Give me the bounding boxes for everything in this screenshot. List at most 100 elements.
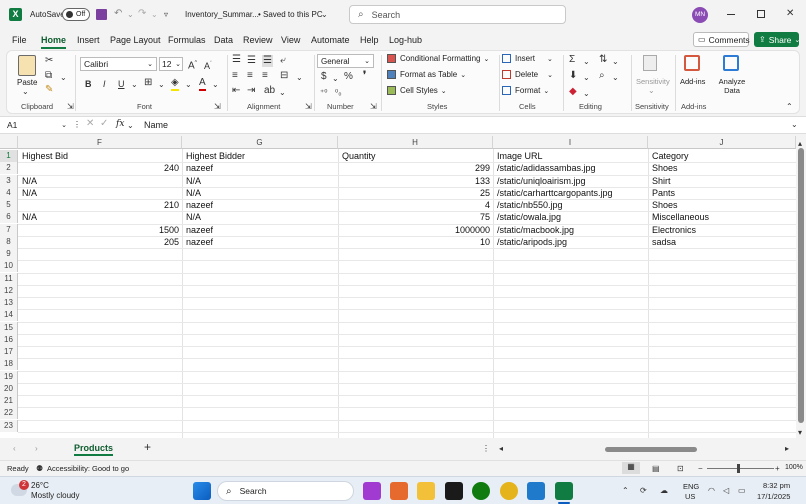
number-launcher-icon[interactable]: ⇲ xyxy=(370,101,377,113)
tab-review[interactable]: Review xyxy=(243,35,273,45)
add-sheet-icon[interactable]: + xyxy=(144,441,151,453)
row-header[interactable]: 21 xyxy=(0,395,18,408)
row-header[interactable]: 13 xyxy=(0,297,18,310)
tab-data[interactable]: Data xyxy=(214,35,233,45)
region-label[interactable]: US xyxy=(685,492,695,501)
page-layout-view-icon[interactable]: ▤ xyxy=(652,463,660,475)
table-cell[interactable]: /static/carharttcargopants.jpg xyxy=(494,187,648,200)
clipboard-launcher-icon[interactable]: ⇲ xyxy=(67,101,74,113)
table-cell[interactable]: Electronics xyxy=(649,224,796,237)
show-hidden-icons-icon[interactable]: ⌃ xyxy=(622,485,629,497)
header-cell[interactable]: Highest Bid xyxy=(19,150,182,163)
tab-view[interactable]: View xyxy=(281,35,300,45)
maximize-icon[interactable] xyxy=(757,10,765,18)
table-cell[interactable]: 1500 xyxy=(19,224,182,237)
decrease-indent-icon[interactable]: ⇤ xyxy=(232,85,240,97)
tab-insert[interactable]: Insert xyxy=(77,35,100,45)
redo-dropdown-icon[interactable]: ⌄ xyxy=(151,9,158,21)
clock-date[interactable]: 17/1/2025 xyxy=(757,492,790,501)
chrome-icon[interactable] xyxy=(500,482,518,500)
header-cell[interactable]: Category xyxy=(649,150,796,163)
close-icon[interactable]: ✕ xyxy=(786,8,794,20)
row-header[interactable]: 6 xyxy=(0,211,18,224)
spreadsheet-grid[interactable]: F G H I J 1 2 3 4 5 6 7 8 9 10 11 12 13 14 15 16 17 18 19 2… xyxy=(0,136,796,438)
row-header[interactable]: 19 xyxy=(0,370,18,383)
excel-taskbar-icon[interactable] xyxy=(555,482,573,500)
delete-cells-button[interactable]: Delete ⌄ xyxy=(502,70,553,79)
tab-file[interactable]: File xyxy=(12,35,27,45)
undo-icon[interactable]: ↶ xyxy=(114,8,122,20)
align-top-icon[interactable]: ☰ xyxy=(232,54,241,66)
file-name[interactable]: Inventory_Summar... xyxy=(185,10,259,19)
table-cell[interactable]: N/A xyxy=(19,175,182,188)
sheet-options-icon[interactable]: ⋮ xyxy=(482,443,490,455)
tab-page-layout[interactable]: Page Layout xyxy=(110,35,161,45)
row-header[interactable]: 23 xyxy=(0,419,18,432)
table-cell[interactable]: /static/aripods.jpg xyxy=(494,236,648,249)
zoom-slider-thumb[interactable] xyxy=(737,464,740,473)
decrease-decimal-icon[interactable]: ⁰₀ xyxy=(335,87,342,99)
comma-style-icon[interactable]: ❜ xyxy=(363,70,366,82)
table-cell[interactable]: /static/uniqloairism.jpg xyxy=(494,175,648,188)
header-cell[interactable]: Quantity xyxy=(339,150,493,163)
comments-button[interactable]: ▭ Comments xyxy=(693,32,750,47)
font-name-select[interactable]: Calibri ⌄ xyxy=(80,57,157,71)
table-cell[interactable]: /static/macbook.jpg xyxy=(494,224,648,237)
row-header[interactable]: 7 xyxy=(0,223,18,236)
tab-formulas[interactable]: Formulas xyxy=(168,35,206,45)
align-bottom-icon[interactable]: ☰ xyxy=(262,55,273,67)
start-icon[interactable] xyxy=(193,482,211,500)
table-cell[interactable]: Miscellaneous xyxy=(649,211,796,224)
row-header[interactable]: 3 xyxy=(0,174,18,187)
formula-content[interactable]: Name xyxy=(144,120,168,130)
underline-icon[interactable]: U xyxy=(118,78,125,90)
insert-cells-button[interactable]: Insert ⌄ xyxy=(502,54,553,63)
cell-styles-button[interactable]: Cell Styles ⌄ xyxy=(387,86,447,95)
select-all-corner[interactable] xyxy=(0,136,18,149)
fill-icon[interactable]: ⬇ xyxy=(569,70,577,82)
decrease-font-icon[interactable]: Aˇ xyxy=(204,58,212,72)
borders-icon[interactable]: ⊞ xyxy=(144,77,152,89)
analyze-data-label[interactable]: Analyze Data xyxy=(718,77,746,95)
row-header[interactable]: 8 xyxy=(0,235,18,248)
xbox-icon[interactable] xyxy=(472,482,490,500)
format-as-table-button[interactable]: Format as Table ⌄ xyxy=(387,70,466,79)
wifi-icon[interactable]: ◠ xyxy=(708,485,715,497)
header-cell[interactable]: Highest Bidder xyxy=(183,150,338,163)
table-cell[interactable]: N/A xyxy=(183,211,338,224)
font-size-select[interactable]: 12 ⌄ xyxy=(159,57,183,71)
font-color-icon[interactable]: A xyxy=(199,77,206,91)
table-cell[interactable]: Shoes xyxy=(649,199,796,212)
row-header[interactable]: 5 xyxy=(0,199,18,212)
more-options-icon[interactable]: ⋮ xyxy=(73,119,81,131)
copilot-icon[interactable] xyxy=(363,482,381,500)
scroll-right-icon[interactable]: ▸ xyxy=(785,443,789,455)
add-ins-icon[interactable] xyxy=(684,55,700,71)
zoom-in-icon[interactable]: + xyxy=(775,463,780,475)
table-cell[interactable]: nazeef xyxy=(183,224,338,237)
table-cell[interactable]: 133 xyxy=(339,175,493,188)
battery-icon[interactable]: ▭ xyxy=(738,485,746,497)
tray-app-icon[interactable]: ⟳ xyxy=(640,485,647,497)
copy-dropdown-icon[interactable]: ⌄ xyxy=(60,72,67,84)
next-sheet-icon[interactable]: › xyxy=(35,443,38,455)
find-select-icon[interactable]: ⌕ xyxy=(599,70,605,82)
horizontal-scroll-thumb[interactable] xyxy=(605,447,697,452)
sort-filter-dropdown-icon[interactable]: ⌄ xyxy=(612,56,619,68)
autosave-toggle[interactable]: Off xyxy=(62,8,90,21)
currency-dropdown-icon[interactable]: ⌄ xyxy=(332,73,339,85)
vertical-scrollbar[interactable]: ▴ ▾ xyxy=(796,136,806,438)
row-header[interactable]: 12 xyxy=(0,284,18,297)
saved-status[interactable]: • Saved to this PC xyxy=(258,10,323,19)
clock-time[interactable]: 8:32 pm xyxy=(763,481,790,490)
vscode-icon[interactable] xyxy=(527,482,545,500)
analyze-data-icon[interactable] xyxy=(723,55,739,71)
app-icon[interactable] xyxy=(390,482,408,500)
font-launcher-icon[interactable]: ⇲ xyxy=(214,101,221,113)
tab-automate[interactable]: Automate xyxy=(311,35,350,45)
accessibility-status[interactable]: Accessibility: Good to go xyxy=(47,464,129,473)
redo-icon[interactable]: ↷ xyxy=(138,8,146,20)
table-cell[interactable]: nazeef xyxy=(183,162,338,175)
currency-icon[interactable]: $ xyxy=(321,71,327,83)
clear-icon[interactable]: ◆ xyxy=(569,86,577,98)
